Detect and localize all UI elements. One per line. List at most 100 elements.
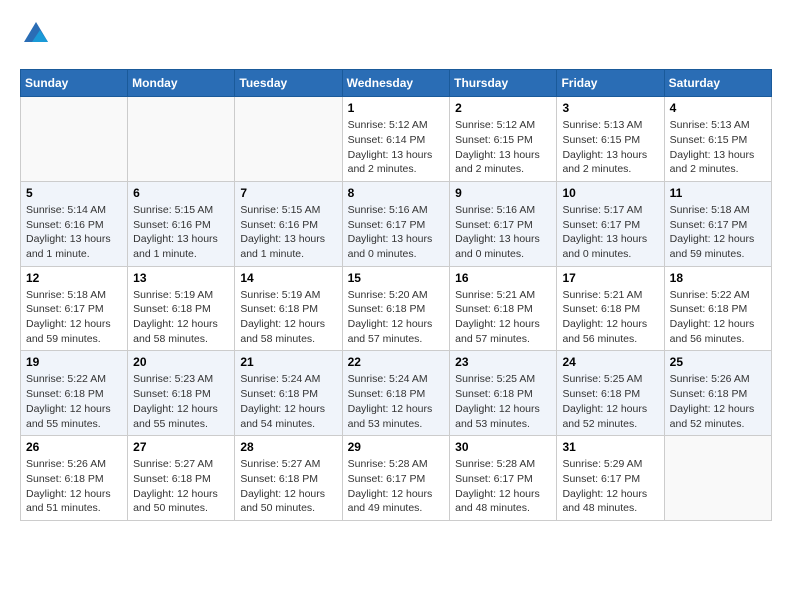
day-info: Sunrise: 5:22 AM Sunset: 6:18 PM Dayligh… bbox=[26, 372, 122, 431]
day-number: 12 bbox=[26, 271, 122, 285]
day-info: Sunrise: 5:21 AM Sunset: 6:18 PM Dayligh… bbox=[455, 288, 551, 347]
calendar-cell: 21Sunrise: 5:24 AM Sunset: 6:18 PM Dayli… bbox=[235, 351, 342, 436]
day-info: Sunrise: 5:20 AM Sunset: 6:18 PM Dayligh… bbox=[348, 288, 445, 347]
calendar-cell: 19 Sunrise: 5:22 AM Sunset: 6:18 PM Dayli… bbox=[21, 351, 128, 436]
day-number: 5 bbox=[26, 186, 122, 200]
calendar-cell: 30 Sunrise: 5:28 AM Sunset: 6:17 PM Dayli… bbox=[450, 436, 557, 521]
weekday-header-row: SundayMondayTuesdayWednesdayThursdayFrid… bbox=[21, 70, 772, 97]
day-info: Sunrise: 5:13 AM Sunset: 6:15 PM Dayligh… bbox=[562, 118, 658, 177]
calendar-cell: 2 Sunrise: 5:12 AM Sunset: 6:15 PM Daylig… bbox=[450, 97, 557, 182]
weekday-header-monday: Monday bbox=[128, 70, 235, 97]
day-info: Sunrise: 5:29 AM Sunset: 6:17 PM Dayligh… bbox=[562, 457, 658, 516]
day-number: 4 bbox=[670, 101, 766, 115]
calendar-week-row: 26Sunrise: 5:26 AM Sunset: 6:18 PM Dayli… bbox=[21, 436, 772, 521]
day-info: Sunrise: 5:24 AM Sunset: 6:18 PM Dayligh… bbox=[240, 372, 336, 431]
calendar-cell: 22 Sunrise: 5:24 AM Sunset: 6:18 PM Dayli… bbox=[342, 351, 450, 436]
calendar-cell: 11 Sunrise: 5:18 AM Sunset: 6:17 PM Dayli… bbox=[664, 181, 771, 266]
calendar-cell: 9 Sunrise: 5:16 AM Sunset: 6:17 PM Daylig… bbox=[450, 181, 557, 266]
calendar-cell: 24Sunrise: 5:25 AM Sunset: 6:18 PM Dayli… bbox=[557, 351, 664, 436]
weekday-header-wednesday: Wednesday bbox=[342, 70, 450, 97]
day-number: 10 bbox=[562, 186, 658, 200]
day-info: Sunrise: 5:27 AM Sunset: 6:18 PM Dayligh… bbox=[133, 457, 229, 516]
day-number: 29 bbox=[348, 440, 445, 454]
calendar-cell: 28 Sunrise: 5:27 AM Sunset: 6:18 PM Dayli… bbox=[235, 436, 342, 521]
day-info: Sunrise: 5:28 AM Sunset: 6:17 PM Dayligh… bbox=[348, 457, 445, 516]
day-number: 14 bbox=[240, 271, 336, 285]
calendar-cell: 17Sunrise: 5:21 AM Sunset: 6:18 PM Dayli… bbox=[557, 266, 664, 351]
day-number: 8 bbox=[348, 186, 445, 200]
day-info: Sunrise: 5:16 AM Sunset: 6:17 PM Dayligh… bbox=[455, 203, 551, 262]
calendar-cell: 16 Sunrise: 5:21 AM Sunset: 6:18 PM Dayli… bbox=[450, 266, 557, 351]
weekday-header-saturday: Saturday bbox=[664, 70, 771, 97]
day-number: 3 bbox=[562, 101, 658, 115]
day-number: 16 bbox=[455, 271, 551, 285]
calendar-cell: 14 Sunrise: 5:19 AM Sunset: 6:18 PM Dayli… bbox=[235, 266, 342, 351]
calendar-cell: 18Sunrise: 5:22 AM Sunset: 6:18 PM Dayli… bbox=[664, 266, 771, 351]
day-info: Sunrise: 5:28 AM Sunset: 6:17 PM Dayligh… bbox=[455, 457, 551, 516]
logo bbox=[20, 20, 50, 53]
day-number: 23 bbox=[455, 355, 551, 369]
calendar-cell: 27 Sunrise: 5:27 AM Sunset: 6:18 PM Dayli… bbox=[128, 436, 235, 521]
day-info: Sunrise: 5:17 AM Sunset: 6:17 PM Dayligh… bbox=[562, 203, 658, 262]
calendar-cell: 13Sunrise: 5:19 AM Sunset: 6:18 PM Dayli… bbox=[128, 266, 235, 351]
calendar-cell: 8Sunrise: 5:16 AM Sunset: 6:17 PM Daylig… bbox=[342, 181, 450, 266]
day-info: Sunrise: 5:12 AM Sunset: 6:14 PM Dayligh… bbox=[348, 118, 445, 177]
calendar-cell: 26Sunrise: 5:26 AM Sunset: 6:18 PM Dayli… bbox=[21, 436, 128, 521]
day-number: 20 bbox=[133, 355, 229, 369]
day-number: 1 bbox=[348, 101, 445, 115]
day-number: 13 bbox=[133, 271, 229, 285]
day-info: Sunrise: 5:26 AM Sunset: 6:18 PM Dayligh… bbox=[670, 372, 766, 431]
day-number: 26 bbox=[26, 440, 122, 454]
day-number: 19 bbox=[26, 355, 122, 369]
day-info: Sunrise: 5:19 AM Sunset: 6:18 PM Dayligh… bbox=[240, 288, 336, 347]
day-info: Sunrise: 5:15 AM Sunset: 6:16 PM Dayligh… bbox=[133, 203, 229, 262]
calendar-cell: 10 Sunrise: 5:17 AM Sunset: 6:17 PM Dayli… bbox=[557, 181, 664, 266]
day-info: Sunrise: 5:13 AM Sunset: 6:15 PM Dayligh… bbox=[670, 118, 766, 177]
day-info: Sunrise: 5:12 AM Sunset: 6:15 PM Dayligh… bbox=[455, 118, 551, 177]
calendar-cell: 4 Sunrise: 5:13 AM Sunset: 6:15 PM Daylig… bbox=[664, 97, 771, 182]
weekday-header-thursday: Thursday bbox=[450, 70, 557, 97]
calendar-cell: 1 Sunrise: 5:12 AM Sunset: 6:14 PM Daylig… bbox=[342, 97, 450, 182]
calendar-table: SundayMondayTuesdayWednesdayThursdayFrid… bbox=[20, 69, 772, 521]
day-number: 9 bbox=[455, 186, 551, 200]
weekday-header-tuesday: Tuesday bbox=[235, 70, 342, 97]
calendar-cell: 7Sunrise: 5:15 AM Sunset: 6:16 PM Daylig… bbox=[235, 181, 342, 266]
day-info: Sunrise: 5:14 AM Sunset: 6:16 PM Dayligh… bbox=[26, 203, 122, 262]
day-number: 24 bbox=[562, 355, 658, 369]
calendar-cell: 6 Sunrise: 5:15 AM Sunset: 6:16 PM Daylig… bbox=[128, 181, 235, 266]
calendar-cell bbox=[664, 436, 771, 521]
day-number: 18 bbox=[670, 271, 766, 285]
calendar-cell: 20Sunrise: 5:23 AM Sunset: 6:18 PM Dayli… bbox=[128, 351, 235, 436]
day-number: 28 bbox=[240, 440, 336, 454]
day-info: Sunrise: 5:25 AM Sunset: 6:18 PM Dayligh… bbox=[455, 372, 551, 431]
day-number: 6 bbox=[133, 186, 229, 200]
calendar-cell: 31 Sunrise: 5:29 AM Sunset: 6:17 PM Dayli… bbox=[557, 436, 664, 521]
day-number: 15 bbox=[348, 271, 445, 285]
day-number: 30 bbox=[455, 440, 551, 454]
day-number: 27 bbox=[133, 440, 229, 454]
day-info: Sunrise: 5:18 AM Sunset: 6:17 PM Dayligh… bbox=[26, 288, 122, 347]
day-info: Sunrise: 5:18 AM Sunset: 6:17 PM Dayligh… bbox=[670, 203, 766, 262]
day-number: 11 bbox=[670, 186, 766, 200]
calendar-cell: 15 Sunrise: 5:20 AM Sunset: 6:18 PM Dayli… bbox=[342, 266, 450, 351]
day-number: 31 bbox=[562, 440, 658, 454]
calendar-cell: 12 Sunrise: 5:18 AM Sunset: 6:17 PM Dayli… bbox=[21, 266, 128, 351]
calendar-week-row: 1 Sunrise: 5:12 AM Sunset: 6:14 PM Daylig… bbox=[21, 97, 772, 182]
calendar-cell bbox=[128, 97, 235, 182]
calendar-cell: 25 Sunrise: 5:26 AM Sunset: 6:18 PM Dayli… bbox=[664, 351, 771, 436]
day-info: Sunrise: 5:21 AM Sunset: 6:18 PM Dayligh… bbox=[562, 288, 658, 347]
page-header bbox=[20, 20, 772, 53]
calendar-cell: 5 Sunrise: 5:14 AM Sunset: 6:16 PM Daylig… bbox=[21, 181, 128, 266]
day-number: 22 bbox=[348, 355, 445, 369]
calendar-cell: 29 Sunrise: 5:28 AM Sunset: 6:17 PM Dayli… bbox=[342, 436, 450, 521]
day-info: Sunrise: 5:27 AM Sunset: 6:18 PM Dayligh… bbox=[240, 457, 336, 516]
calendar-cell: 23 Sunrise: 5:25 AM Sunset: 6:18 PM Dayli… bbox=[450, 351, 557, 436]
weekday-header-friday: Friday bbox=[557, 70, 664, 97]
day-number: 25 bbox=[670, 355, 766, 369]
day-info: Sunrise: 5:24 AM Sunset: 6:18 PM Dayligh… bbox=[348, 372, 445, 431]
day-number: 2 bbox=[455, 101, 551, 115]
day-info: Sunrise: 5:15 AM Sunset: 6:16 PM Dayligh… bbox=[240, 203, 336, 262]
logo-icon bbox=[22, 20, 50, 48]
calendar-week-row: 12 Sunrise: 5:18 AM Sunset: 6:17 PM Dayli… bbox=[21, 266, 772, 351]
calendar-week-row: 5 Sunrise: 5:14 AM Sunset: 6:16 PM Daylig… bbox=[21, 181, 772, 266]
